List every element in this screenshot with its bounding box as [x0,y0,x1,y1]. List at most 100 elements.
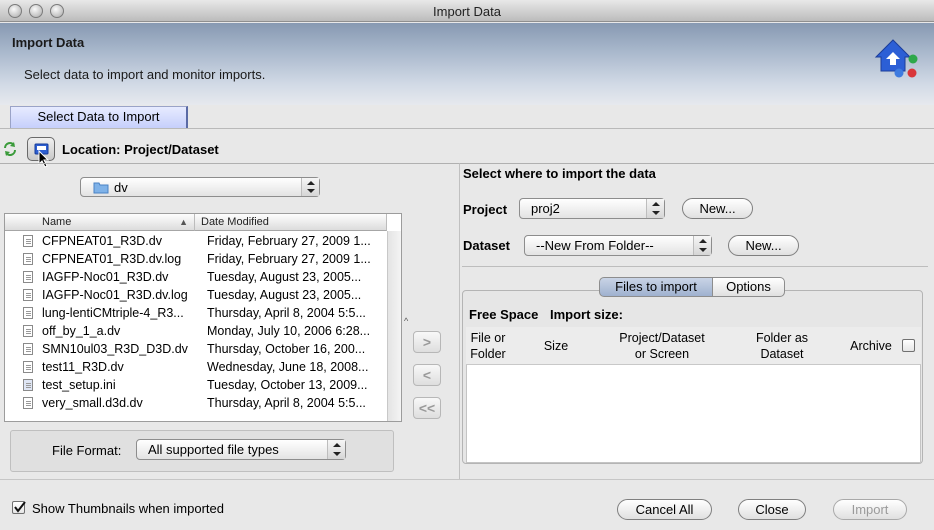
show-thumbnails-label[interactable]: Show Thumbnails when imported [32,501,224,516]
document-icon [23,343,33,355]
tab-select-data[interactable]: Select Data to Import [10,106,188,128]
col-file-or-folder-line2: Folder [470,347,506,361]
document-icon [23,397,33,409]
table-row[interactable]: IAGFP-Noc01_R3D.dv.log Tuesday, August 23… [5,286,387,304]
new-project-button[interactable]: New... [682,198,753,219]
document-icon [23,235,33,247]
file-name: very_small.d3d.dv [42,396,143,410]
col-project-dataset-line1: Project/Dataset [619,331,705,345]
file-name: IAGFP-Noc01_R3D.dv [42,270,169,284]
table-row[interactable]: IAGFP-Noc01_R3D.dv Tuesday, August 23, 20… [5,268,387,286]
table-row[interactable]: test_setup.ini Tuesday, October 13, 2009.… [5,376,387,394]
column-header-date[interactable]: Date Modified [195,214,387,231]
scroll-marker-icon: ^ [404,316,409,326]
col-project-dataset-line2: or Screen [634,347,690,361]
col-size[interactable]: Size [536,338,576,354]
close-button[interactable]: Close [738,499,806,520]
import-size-label: Import size: [550,307,623,322]
file-date: Thursday, April 8, 2004 5:5... [207,306,366,320]
title-bar: Import Data [0,0,934,22]
folder-icon [93,182,109,194]
cancel-all-button[interactable]: Cancel All [617,499,712,520]
import-button[interactable]: Import [833,499,907,520]
document-icon [23,325,33,337]
free-space-label: Free Space [469,307,539,322]
file-name: CFPNEAT01_R3D.dv [42,234,162,248]
tab-divider [0,128,934,129]
file-name: SMN10ul03_R3D_D3D.dv [42,342,188,356]
new-dataset-button[interactable]: New... [728,235,799,256]
file-date: Friday, February 27, 2009 1... [207,252,371,266]
checkmark-icon [14,501,26,513]
location-label: Location: Project/Dataset [62,142,219,157]
import-home-icon [874,39,918,78]
location-button[interactable] [27,137,55,168]
dataset-label: Dataset [463,238,510,253]
target-separator [462,266,928,267]
dataset-dropdown[interactable]: --New From Folder-- [524,235,712,256]
table-row[interactable]: CFPNEAT01_R3D.dv Friday, February 27, 200… [5,232,387,250]
header-banner [0,23,934,105]
file-date: Thursday, October 16, 200... [207,342,366,356]
col-folder-as-dataset[interactable]: Folder as Dataset [740,330,824,362]
col-folder-as-dataset-line2: Dataset [760,347,804,361]
file-date: Tuesday, August 23, 2005... [207,288,362,302]
table-row[interactable]: SMN10ul03_R3D_D3D.dv Thursday, October 16… [5,340,387,358]
file-date: Tuesday, October 13, 2009... [207,378,368,392]
header-title: Import Data [12,35,85,50]
folder-dropdown-value: dv [114,180,128,195]
column-header-name[interactable]: Name ▲ [5,214,195,231]
file-name: test_setup.ini [42,378,116,392]
file-list-table[interactable]: Name ▲ Date Modified CFPNEAT01_R3D.dv Fri… [4,213,402,422]
add-to-queue-button[interactable]: > [413,331,441,353]
col-project-dataset[interactable]: Project/Dataset or Screen [602,330,722,362]
project-label: Project [463,202,508,217]
project-dropdown[interactable]: proj2 [519,198,665,219]
file-name: CFPNEAT01_R3D.dv.log [42,252,182,266]
dataset-dropdown-value: --New From Folder-- [536,238,654,253]
file-format-dropdown[interactable]: All supported file types [136,439,346,460]
dropdown-arrows-icon [301,178,319,196]
file-name: test11_R3D.dv [42,360,124,374]
document-icon [23,253,33,265]
window-title: Import Data [433,4,501,19]
sort-ascending-icon: ▲ [179,217,188,227]
col-archive[interactable]: Archive [846,338,896,354]
arrow-right-icon: > [422,334,432,350]
refresh-icon[interactable] [2,140,18,158]
document-icon [23,307,33,319]
column-header-date-label: Date Modified [201,216,269,228]
tab-options[interactable]: Options [712,277,785,297]
file-date: Wednesday, June 18, 2008... [207,360,369,374]
table-row[interactable]: CFPNEAT01_R3D.dv.log Friday, February 27,… [5,250,387,268]
target-heading: Select where to import the data [463,166,656,181]
col-folder-as-dataset-line1: Folder as [755,331,809,345]
remove-all-button[interactable]: << [413,397,441,419]
file-format-value: All supported file types [148,442,279,457]
file-name: lung-lentiCMtriple-4_R3... [42,306,184,320]
column-header-name-label: Name [42,216,72,228]
bottom-separator [0,479,934,480]
file-list-scrollbar[interactable] [387,231,401,421]
dropdown-arrows-icon [646,199,664,218]
table-row[interactable]: off_by_1_a.dv Monday, July 10, 2006 6:28.… [5,322,387,340]
col-file-or-folder-line1: File or [470,331,506,345]
header-subtitle: Select data to import and monitor import… [24,67,266,82]
import-queue-header: File or Folder Size Project/Dataset or S… [466,327,921,365]
tab-files-to-import[interactable]: Files to import [599,277,713,297]
table-row[interactable]: very_small.d3d.dv Thursday, April 8, 2004… [5,394,387,412]
file-date: Thursday, April 8, 2004 5:5... [207,396,366,410]
table-row[interactable]: lung-lentiCMtriple-4_R3... Thursday, Apri… [5,304,387,322]
archive-all-checkbox[interactable] [902,339,915,352]
document-icon [23,289,33,301]
file-date: Friday, February 27, 2009 1... [207,234,371,248]
double-arrow-left-icon: << [418,400,436,416]
file-name: off_by_1_a.dv [42,324,121,338]
folder-dropdown[interactable]: dv [80,177,320,197]
settings-file-icon [23,379,33,391]
col-file-or-folder[interactable]: File or Folder [466,330,510,362]
table-row[interactable]: test11_R3D.dv Wednesday, June 18, 2008... [5,358,387,376]
show-thumbnails-checkbox[interactable] [12,501,26,514]
remove-from-queue-button[interactable]: < [413,364,441,386]
document-icon [23,361,33,373]
